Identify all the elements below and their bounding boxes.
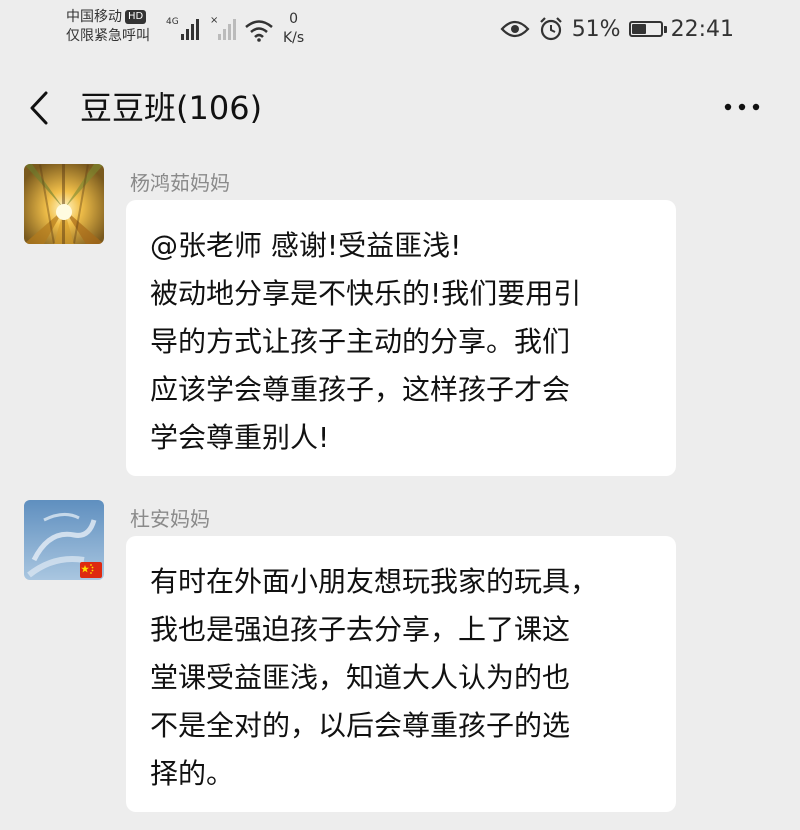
message-line: 应该学会尊重孩子，这样孩子才会 <box>150 373 571 406</box>
network-speed: 0 K/s <box>283 10 304 48</box>
autumn-forest-avatar-image <box>24 164 104 244</box>
message-line: @张老师 感谢!受益匪浅! <box>150 229 462 262</box>
message-bubble[interactable]: 有时在外面小朋友想玩我家的玩具， 我也是强迫孩子去分享，上了课这 堂课受益匪浅，… <box>126 536 676 812</box>
speed-unit: K/s <box>283 30 305 46</box>
network-type: 4G <box>166 17 179 27</box>
message-line: 导的方式让孩子主动的分享。我们 <box>150 325 571 358</box>
status-bar: 中国移动 HD 仅限紧急呼叫 4G × 0 K/s 51% 22:41 <box>0 0 800 60</box>
speed-value: 0 <box>289 11 299 27</box>
hd-badge: HD <box>125 10 147 24</box>
message-bubble[interactable]: @张老师 感谢!受益匪浅! 被动地分享是不快乐的!我们要用引 导的方式让孩子主动… <box>126 200 676 476</box>
message-line: 堂课受益匪浅，知道大人认为的也 <box>150 661 571 694</box>
message-line: 学会尊重别人! <box>150 421 330 454</box>
carrier-info: 中国移动 HD 仅限紧急呼叫 <box>66 8 150 46</box>
emergency-only-text: 仅限紧急呼叫 <box>66 28 150 44</box>
message-line: 我也是强迫孩子去分享，上了课这 <box>150 613 571 646</box>
message-line: 有时在外面小朋友想玩我家的玩具， <box>150 565 599 598</box>
battery-level <box>631 24 646 34</box>
clock-time: 22:41 <box>670 16 734 42</box>
eye-icon <box>500 20 530 38</box>
battery-icon <box>628 21 667 37</box>
avatar[interactable] <box>24 164 104 244</box>
svg-text:×: × <box>210 15 218 26</box>
status-right-group: 51% 22:41 <box>500 14 734 44</box>
china-flag-icon <box>80 562 102 578</box>
back-arrow-icon[interactable] <box>24 90 56 126</box>
sender-name: 杨鸿茹妈妈 <box>130 171 230 195</box>
avatar[interactable] <box>24 500 104 580</box>
carrier-name: 中国移动 <box>66 9 122 25</box>
chat-header: 豆豆班(106) <box>0 62 800 154</box>
alarm-icon <box>539 17 562 41</box>
sender-name: 杜安妈妈 <box>130 507 210 531</box>
more-options-icon[interactable] <box>722 92 762 122</box>
message-line: 择的。 <box>150 757 235 790</box>
signal-no-service-icon: × <box>210 15 236 40</box>
battery-percent: 51% <box>571 16 621 42</box>
message-line: 不是全对的，以后会尊重孩子的选 <box>150 709 571 742</box>
message-line: 被动地分享是不快乐的!我们要用引 <box>150 277 582 310</box>
signal-icon: 4G <box>166 17 199 40</box>
chat-title: 豆豆班(106) <box>80 89 263 127</box>
wifi-icon <box>245 20 273 42</box>
